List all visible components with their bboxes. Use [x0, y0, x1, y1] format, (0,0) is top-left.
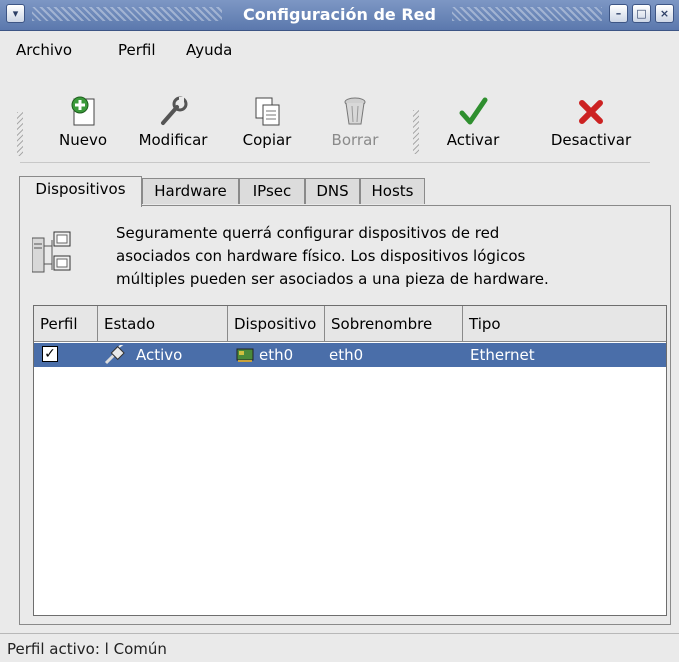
toolbar-grip[interactable]	[17, 112, 23, 156]
status-text: Perfil activo: l Común	[7, 640, 167, 658]
menu-perfil[interactable]: Perfil	[118, 41, 156, 59]
column-header-estado[interactable]: Estado	[98, 306, 228, 342]
column-header-perfil[interactable]: Perfil	[34, 306, 98, 342]
sobrenombre-cell: eth0	[329, 346, 364, 364]
column-header-tipo[interactable]: Tipo	[463, 306, 666, 342]
network-card-icon	[236, 348, 254, 362]
minimize-button[interactable]: –	[609, 4, 628, 23]
devices-list[interactable]: Perfil Estado Dispositivo Sobrenombre Ti…	[33, 305, 667, 616]
copy-icon	[255, 97, 280, 126]
table-row[interactable]: ✓ Activo eth0 eth0 Ethernet	[34, 343, 666, 367]
info-text: Seguramente querrá configurar dispositiv…	[116, 222, 656, 291]
desactivar-button[interactable]: Desactivar	[536, 95, 646, 149]
network-config-window: ▾ Configuración de Red – □ × Archivo Per…	[0, 0, 679, 662]
tab-hosts[interactable]: Hosts	[360, 178, 425, 204]
status-bar: Perfil activo: l Común	[0, 633, 679, 662]
plug-icon	[104, 345, 125, 365]
network-devices-icon	[32, 231, 71, 273]
column-header-sobrenombre[interactable]: Sobrenombre	[325, 306, 463, 342]
nuevo-label: Nuevo	[58, 131, 107, 149]
borrar-button[interactable]: Borrar	[320, 95, 390, 149]
dispositivos-panel: Seguramente querrá configurar dispositiv…	[19, 205, 671, 625]
borrar-label: Borrar	[331, 131, 379, 149]
copiar-label: Copiar	[242, 131, 292, 149]
trash-icon	[344, 97, 366, 125]
info-line: asociados con hardware físico. Los dispo…	[116, 247, 526, 265]
modificar-button[interactable]: Modificar	[128, 95, 218, 149]
wrench-icon	[161, 96, 188, 125]
copiar-button[interactable]: Copiar	[232, 95, 302, 149]
menu-archivo[interactable]: Archivo	[16, 41, 72, 59]
tab-dispositivos[interactable]: Dispositivos	[19, 176, 142, 207]
menu-ayuda[interactable]: Ayuda	[186, 41, 232, 59]
checkmark-icon	[459, 97, 488, 125]
new-icon	[71, 96, 95, 126]
activar-label: Activar	[446, 131, 500, 149]
info-line: múltiples pueden ser asociados a una pie…	[116, 270, 549, 288]
tab-ipsec[interactable]: IPsec	[239, 178, 305, 204]
column-header-dispositivo[interactable]: Dispositivo	[228, 306, 325, 342]
perfil-checkbox[interactable]: ✓	[42, 346, 58, 362]
maximize-button[interactable]: □	[632, 4, 651, 23]
title-bar[interactable]: ▾ Configuración de Red – □ ×	[0, 0, 679, 31]
nuevo-button[interactable]: Nuevo	[48, 95, 118, 149]
x-icon	[579, 100, 603, 124]
activar-button[interactable]: Activar	[438, 95, 508, 149]
tab-hardware[interactable]: Hardware	[142, 178, 239, 204]
toolbar-grip[interactable]	[413, 110, 419, 154]
tab-dns[interactable]: DNS	[305, 178, 360, 204]
modificar-label: Modificar	[138, 131, 208, 149]
tipo-cell: Ethernet	[470, 346, 535, 364]
info-line: Seguramente querrá configurar dispositiv…	[116, 224, 500, 242]
dispositivo-cell: eth0	[259, 346, 294, 364]
toolbar-separator	[20, 162, 650, 163]
menu-bar: Archivo Perfil Ayuda	[0, 31, 679, 63]
estado-cell: Activo	[136, 346, 183, 364]
window-title: Configuración de Red	[243, 5, 436, 24]
desactivar-label: Desactivar	[550, 131, 632, 149]
close-button[interactable]: ×	[655, 4, 674, 23]
